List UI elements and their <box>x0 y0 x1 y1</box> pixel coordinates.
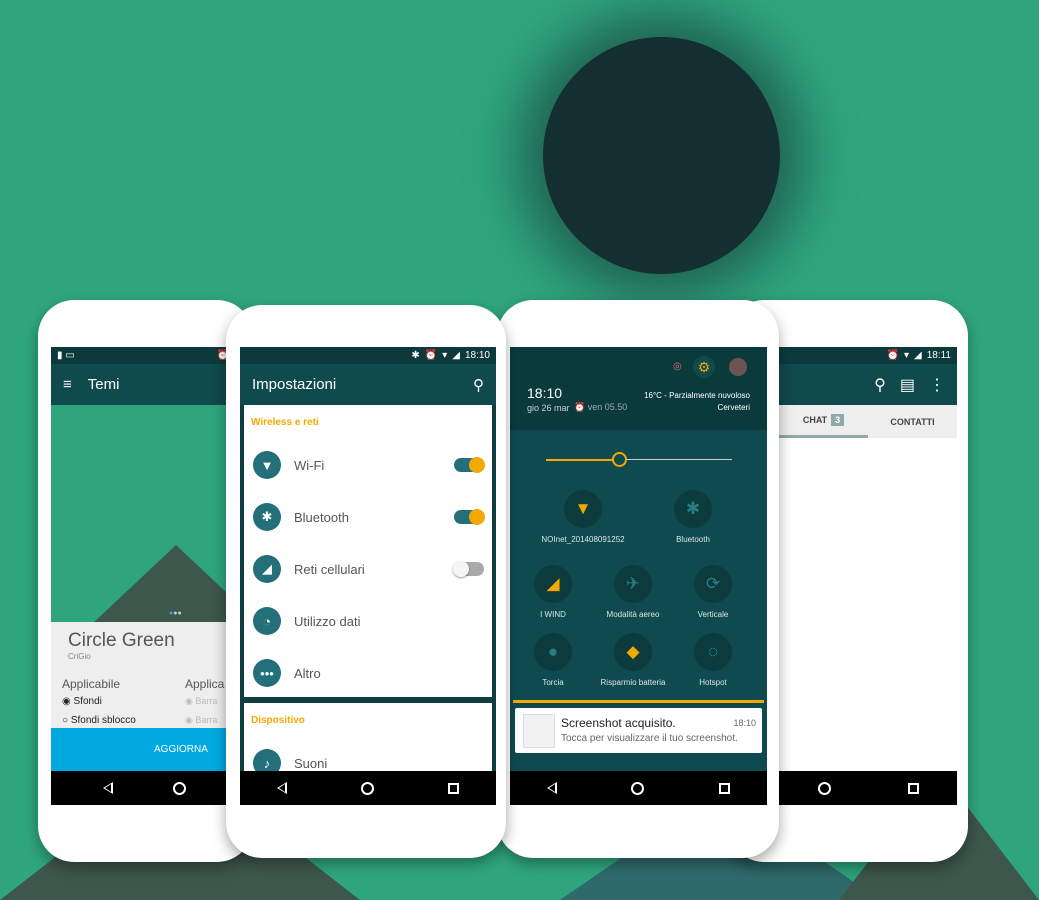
recents-icon[interactable] <box>718 782 730 794</box>
recents-icon[interactable] <box>448 782 459 794</box>
screenshot-thumbnail <box>523 714 555 748</box>
alarm-icon: ⏰ <box>424 350 438 361</box>
cellular-toggle[interactable] <box>453 561 484 577</box>
battery-alert-icon: ▮ <box>57 350 63 361</box>
flashlight-icon: ● <box>534 633 572 671</box>
bluetooth-toggle[interactable] <box>454 509 485 525</box>
clock: 18:10 <box>464 350 490 361</box>
settings-gear-icon[interactable]: ⚙ <box>693 356 715 378</box>
menu-icon[interactable]: ≡ <box>63 376 72 393</box>
settings-item-reti-cellulari[interactable]: ◢ Reti cellulari <box>244 543 492 595</box>
home-icon[interactable] <box>817 781 831 795</box>
battery-saver-icon: ◆ <box>614 633 652 671</box>
overflow-menu-icon[interactable]: ⋮ <box>929 375 945 395</box>
phone-quick-settings: ◎ ⚙ 18:10 gio 26 mar ⏰ ven 05.50 16°C - … <box>497 300 779 858</box>
signal-icon: ◢ <box>534 565 572 603</box>
home-icon[interactable] <box>631 781 645 795</box>
aggiorna-button[interactable]: AGGIORNA <box>51 728 235 771</box>
tile-hotspot[interactable]: ◌ Hotspot <box>648 633 767 687</box>
recents-icon[interactable] <box>907 782 919 794</box>
back-icon[interactable] <box>277 782 287 794</box>
rotation-lock-icon: ⟳ <box>694 565 732 603</box>
brightness-slider[interactable] <box>546 452 732 467</box>
wifi-icon: ▼ <box>564 490 602 528</box>
pager-dots: ●●● <box>169 610 182 617</box>
theme-preview[interactable]: ●●● <box>51 405 235 622</box>
alarm-icon: ⏰ <box>886 350 899 361</box>
page-title: Impostazioni <box>252 376 337 393</box>
section-header: Dispositivo <box>251 715 305 726</box>
date: gio 26 mar <box>527 403 570 413</box>
settings-item-bluetooth[interactable]: ✱ Bluetooth <box>244 491 492 543</box>
radio-barra[interactable]: ◉ Barra <box>185 696 217 707</box>
radio-sfondi-sblocco[interactable]: ○ Sfondi sblocco <box>62 715 136 726</box>
settings-item-utilizzo-dati[interactable]: ◔ Utilizzo dati <box>244 595 492 647</box>
wifi-icon: ▼ <box>253 451 281 479</box>
bluetooth-icon: ✱ <box>674 490 712 528</box>
tab-label: CONTATTI <box>890 416 935 427</box>
notification-time: 18:10 <box>733 718 756 728</box>
theme-author: CriGio <box>68 652 91 661</box>
clock: 18:10 <box>527 385 563 401</box>
tab-chat[interactable]: CHAT 3 <box>779 405 868 438</box>
bluetooth-icon: ✱ <box>253 503 281 531</box>
signal-icon: ◢ <box>914 350 922 361</box>
notification-screenshot[interactable]: Screenshot acquisito. 18:10 Tocca per vi… <box>515 708 762 753</box>
notification-text: Tocca per visualizzare il tuo screenshot… <box>561 733 738 744</box>
alarm-icon: ⏰ ven 05.50 <box>574 402 628 412</box>
slider-thumb[interactable] <box>612 452 628 467</box>
avatar[interactable] <box>729 358 747 376</box>
image-icon: ▭ <box>65 350 75 361</box>
radio-barra[interactable]: ◉ Barra <box>185 715 217 726</box>
section-header: Wireless e reti <box>251 417 319 428</box>
unread-badge: 3 <box>831 414 845 426</box>
home-icon[interactable] <box>361 781 374 795</box>
weather: 16°C - Parzialmente nuvoloso <box>644 391 750 400</box>
page-title: Temi <box>87 376 120 393</box>
wifi-icon: ▾ <box>442 350 448 361</box>
dark-sun-circle <box>543 37 780 274</box>
notification-title: Screenshot acquisito. <box>561 716 676 730</box>
new-chat-icon[interactable]: ▤ <box>900 375 915 395</box>
signal-icon: ◢ <box>253 555 281 583</box>
more-icon: ••• <box>253 659 281 687</box>
tab-label: CHAT <box>802 415 828 425</box>
clock: 18:11 <box>926 350 951 361</box>
radio-sfondi[interactable]: ◉ Sfondi <box>62 696 102 707</box>
hotspot-icon: ◌ <box>694 633 732 671</box>
tile-rotation[interactable]: ⟳ Verticale <box>648 565 767 619</box>
phone-themes: ▮ ▭ ⏰ ≡ Temi ●●● Circle Green CriGio Appli… <box>38 300 253 862</box>
tab-contatti[interactable]: CONTATTI <box>868 405 957 438</box>
wifi-icon: ▾ <box>903 350 909 361</box>
phone-settings: ✱ ⏰ ▾ ◢ 18:10 Impostazioni ⚲ Wireless e reti … <box>226 305 506 858</box>
settings-item-altro[interactable]: ••• Altro <box>244 647 492 699</box>
bluetooth-icon: ✱ <box>411 350 420 361</box>
location: Cerveteri <box>717 403 750 412</box>
tile-bluetooth[interactable]: ✱ Bluetooth <box>628 490 758 544</box>
signal-icon: ◢ <box>452 350 460 361</box>
airplane-icon: ✈ <box>614 565 652 603</box>
back-icon[interactable] <box>103 782 113 794</box>
search-icon[interactable]: ⚲ <box>473 376 484 394</box>
home-icon[interactable] <box>173 781 186 795</box>
theme-name: Circle Green <box>68 630 175 651</box>
settings-item-wifi[interactable]: ▼ Wi-Fi <box>244 439 492 491</box>
data-saver-icon: ◎ <box>673 361 682 372</box>
data-usage-icon: ◔ <box>253 607 281 635</box>
column-title: Applica <box>185 677 225 691</box>
column-title: Applicabile <box>62 677 121 691</box>
back-icon[interactable] <box>547 782 558 794</box>
search-icon[interactable]: ⚲ <box>874 375 886 395</box>
wifi-toggle[interactable] <box>454 457 485 473</box>
